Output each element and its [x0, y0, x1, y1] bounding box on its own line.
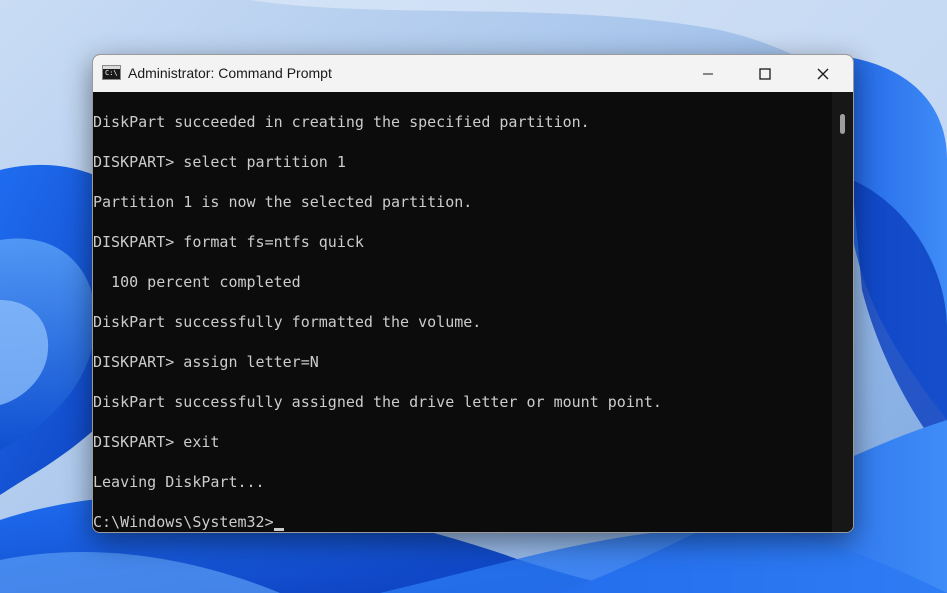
minimize-icon: [703, 73, 713, 75]
title-bar[interactable]: C:\ Administrator: Command Prompt: [93, 55, 853, 92]
console-line: Partition 1 is now the selected partitio…: [93, 193, 473, 211]
command-prompt-icon-glyph: C:\: [105, 69, 118, 77]
console-line: DiskPart succeeded in creating the speci…: [93, 113, 590, 131]
vertical-scrollbar[interactable]: [832, 92, 853, 532]
close-icon: [817, 68, 829, 80]
console-line: DISKPART> format fs=ntfs quick: [93, 233, 364, 251]
console-line: 100 percent completed: [93, 273, 301, 291]
console-line: DISKPART> exit: [93, 433, 220, 451]
maximize-icon: [759, 68, 771, 80]
console-line: DISKPART> assign letter=N: [93, 353, 319, 371]
console-line: DISKPART> select partition 1: [93, 153, 346, 171]
command-prompt-line[interactable]: C:\Windows\System32>: [93, 512, 284, 532]
close-button[interactable]: [800, 55, 846, 92]
maximize-button[interactable]: [742, 55, 788, 92]
minimize-button[interactable]: [685, 55, 731, 92]
console-line: Leaving DiskPart...: [93, 473, 265, 491]
scrollbar-thumb[interactable]: [840, 114, 845, 134]
prompt-text: C:\Windows\System32>: [93, 513, 274, 531]
console-line: DiskPart successfully formatted the volu…: [93, 313, 482, 331]
console-line: DiskPart successfully assigned the drive…: [93, 393, 662, 411]
command-prompt-window[interactable]: C:\ Administrator: Command Prompt DiskPa…: [92, 54, 854, 533]
console-output[interactable]: DiskPart succeeded in creating the speci…: [93, 92, 832, 532]
window-title: Administrator: Command Prompt: [128, 65, 332, 81]
command-prompt-icon: C:\: [102, 65, 121, 80]
text-cursor: [273, 528, 284, 531]
